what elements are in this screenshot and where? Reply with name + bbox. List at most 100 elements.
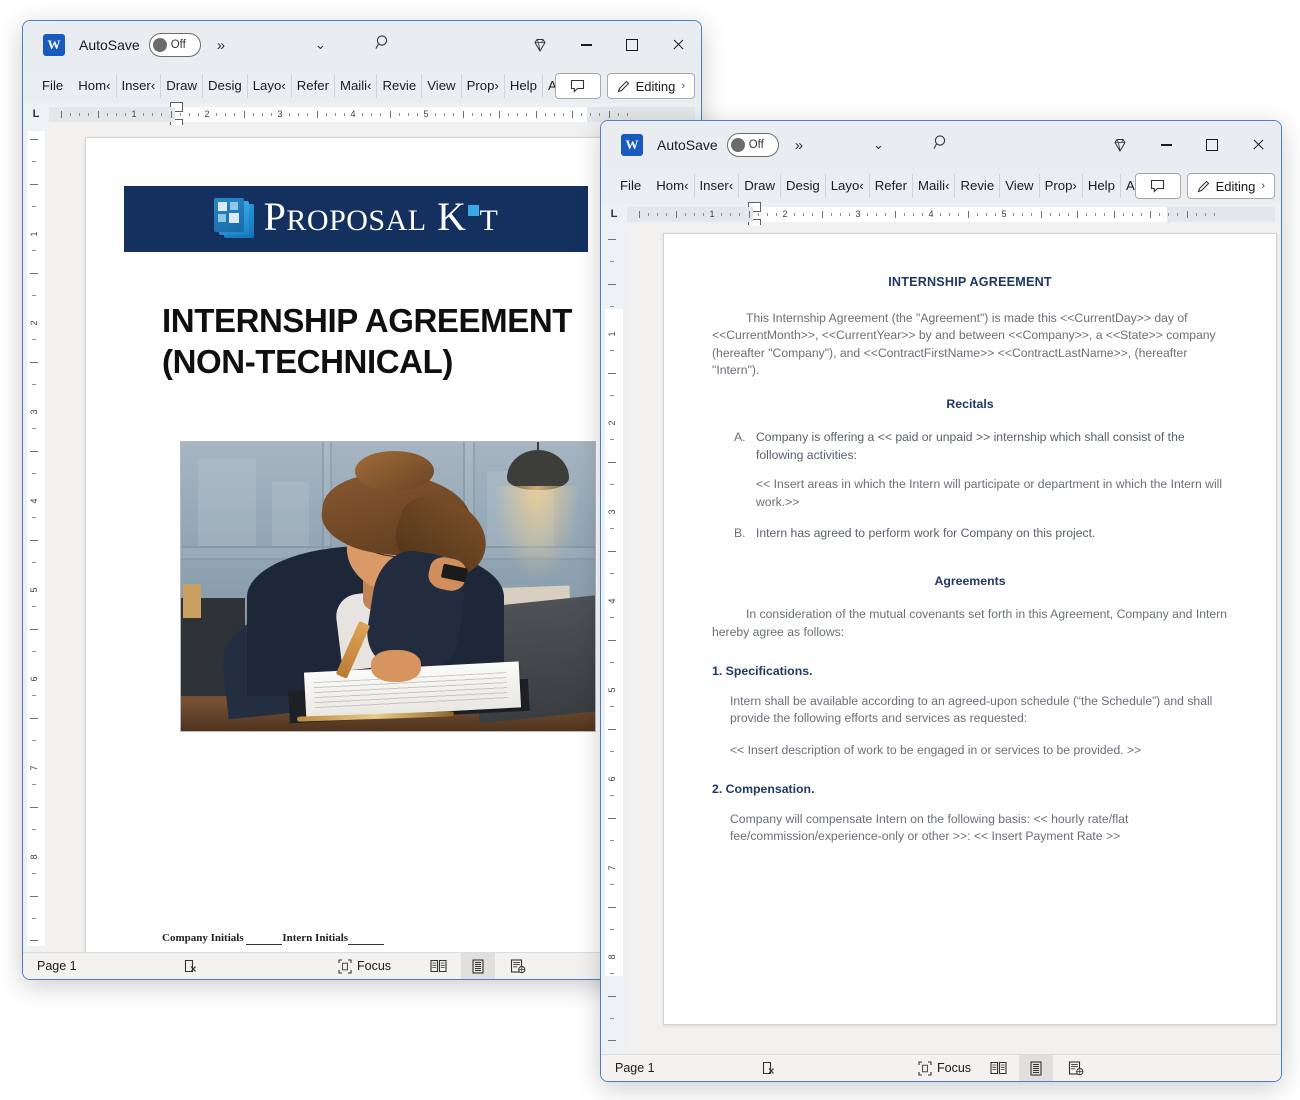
tab-view[interactable]: View (422, 74, 462, 98)
document-page[interactable]: PROPOSAL KT INTERNSHIP AGREEMENT (NON-TE… (85, 137, 627, 952)
ruler-tick (216, 112, 218, 116)
search-icon-2[interactable] (933, 134, 950, 156)
diamond-icon-2[interactable] (1097, 121, 1143, 169)
read-mode-button-2[interactable] (983, 1056, 1013, 1080)
doc2-intro-text: This Internship Agreement (the "Agreemen… (712, 310, 1216, 378)
ruler-tick-v (610, 528, 614, 530)
focus-mode-button[interactable]: Focus (338, 958, 392, 974)
web-layout-button[interactable] (503, 954, 533, 978)
ruler-tick (143, 112, 145, 116)
document-footer: Company Initials Intern Initials (162, 932, 385, 945)
ruler-tick (675, 210, 677, 218)
focus-label: Focus (357, 959, 392, 973)
tab-design-2[interactable]: Desiɡ (781, 174, 826, 198)
read-mode-button[interactable] (423, 954, 453, 978)
status-page-number-2[interactable]: Page 1 (615, 1061, 655, 1075)
doc2-recital-b-text: Intern has agreed to perform work for Co… (756, 526, 1096, 540)
horizontal-ruler-bar[interactable]: 1 2 3 4 5 (49, 101, 695, 129)
tab-review-2[interactable]: Revie (955, 174, 1001, 198)
tab-file-2[interactable]: File (615, 174, 651, 198)
tab-mailings-2[interactable]: Maili‹ (913, 174, 956, 198)
ruler-tick (1159, 212, 1161, 216)
document-body-2[interactable]: INTERNSHIP AGREEMENT This Internship Agr… (664, 234, 1276, 860)
comment-button[interactable] (554, 73, 601, 99)
status-page-number[interactable]: Page 1 (37, 959, 77, 973)
document-area-2: 1 2 3 4 5 6 7 8 INTERNSHIP AGREEMENT This Inter… (601, 225, 1281, 1054)
tab-selector[interactable]: L (23, 108, 49, 120)
vertical-ruler-track-2 (605, 309, 623, 976)
ruler-inch-label-v: 4 (607, 598, 617, 604)
focus-mode-button-2[interactable]: Focus (918, 1060, 971, 1076)
ruler-tick-v (30, 628, 38, 630)
horizontal-ruler-2[interactable]: L 1 2 3 4 5 (601, 201, 1281, 229)
tab-selector-2[interactable]: L (601, 208, 627, 220)
ruler-tick (599, 112, 601, 116)
editing-caret-icon-2[interactable]: › (1261, 180, 1265, 192)
tab-design[interactable]: Desiɡ (203, 74, 248, 98)
tab-properties-2[interactable]: Prop› (1040, 174, 1083, 198)
web-layout-button-2[interactable] (1061, 1056, 1091, 1080)
print-layout-button-2[interactable] (1019, 1055, 1053, 1081)
tab-insert-2[interactable]: Inser‹ (695, 174, 740, 198)
maximize-button-2[interactable] (1189, 121, 1235, 169)
pencil-icon-2 (1197, 180, 1209, 193)
tab-references-2[interactable]: Refer (870, 174, 913, 198)
autosave-toggle-2[interactable]: Off (726, 133, 779, 157)
word-window-secondary[interactable]: W AutoSave Off » ⌄ File Hom‹ Inser‹ Draw… (600, 120, 1282, 1082)
tab-draw[interactable]: Draw (161, 74, 203, 98)
horizontal-ruler-bar-2[interactable]: 1 2 3 4 5 (627, 201, 1275, 229)
tab-mailings[interactable]: Maili‹ (335, 74, 378, 98)
tab-properties[interactable]: Prop› (462, 74, 505, 98)
autosave-state: Off (170, 39, 186, 51)
quick-access-overflow-icon[interactable]: » (217, 37, 225, 54)
autosave-toggle[interactable]: Off (148, 33, 201, 57)
vertical-ruler-track (27, 131, 45, 946)
ruler-tick (590, 112, 592, 116)
tab-insert[interactable]: Inser‹ (117, 74, 162, 98)
document-page-2[interactable]: INTERNSHIP AGREEMENT This Internship Agr… (663, 233, 1277, 1025)
tab-references[interactable]: Refer (292, 74, 335, 98)
focus-icon (338, 958, 352, 974)
horizontal-ruler[interactable]: L 1 2 3 4 5 (23, 101, 701, 129)
tab-help[interactable]: Help (505, 74, 543, 98)
vertical-ruler-2[interactable]: 1 2 3 4 5 6 7 8 (601, 225, 627, 1054)
tab-help-2[interactable]: Help (1083, 174, 1121, 198)
editing-caret-icon[interactable]: › (681, 80, 685, 92)
ruler-inch-label-v: 3 (29, 409, 39, 415)
ruler-tick (298, 112, 300, 116)
close-button[interactable] (655, 21, 701, 69)
tab-layout-2[interactable]: Layo‹ (826, 174, 870, 198)
tab-file[interactable]: File (37, 74, 73, 98)
comment-button-2[interactable] (1134, 173, 1181, 199)
print-layout-button[interactable] (461, 953, 495, 979)
ruler-tick (88, 112, 90, 116)
ruler-tick (693, 212, 695, 216)
editing-mode-button-2[interactable]: Editing › (1186, 173, 1275, 199)
document-canvas-2[interactable]: INTERNSHIP AGREEMENT This Internship Agr… (627, 225, 1281, 1054)
tab-home-2[interactable]: Hom‹ (651, 174, 695, 198)
proofing-errors-icon-2[interactable] (761, 1060, 777, 1076)
minimize-button-2[interactable] (1143, 121, 1189, 169)
ruler-tick (252, 112, 254, 116)
minimize-button[interactable] (563, 21, 609, 69)
proofing-errors-icon[interactable] (183, 958, 199, 974)
print-layout-icon-2 (1030, 1060, 1042, 1076)
tab-home[interactable]: Hom‹ (73, 74, 117, 98)
ruler-tick (1122, 212, 1124, 216)
tab-view-2[interactable]: View (1000, 174, 1040, 198)
diamond-icon[interactable] (517, 21, 563, 69)
ruler-tick-v (610, 439, 614, 441)
quick-access-overflow-icon-2[interactable]: » (795, 137, 803, 154)
tab-review[interactable]: Revie (377, 74, 423, 98)
tab-draw-2[interactable]: Draw (739, 174, 781, 198)
vertical-ruler[interactable]: 1 2 3 4 5 6 7 8 (23, 125, 49, 952)
search-icon[interactable] (375, 34, 392, 56)
maximize-button[interactable] (609, 21, 655, 69)
chevron-down-icon-2[interactable]: ⌄ (873, 137, 884, 153)
ruler-tick (435, 112, 437, 116)
tab-layout[interactable]: Layo‹ (248, 74, 292, 98)
document-illustration[interactable] (180, 441, 596, 732)
close-button-2[interactable] (1235, 121, 1281, 169)
editing-mode-button[interactable]: Editing › (606, 73, 695, 99)
chevron-down-icon[interactable]: ⌄ (315, 37, 326, 53)
